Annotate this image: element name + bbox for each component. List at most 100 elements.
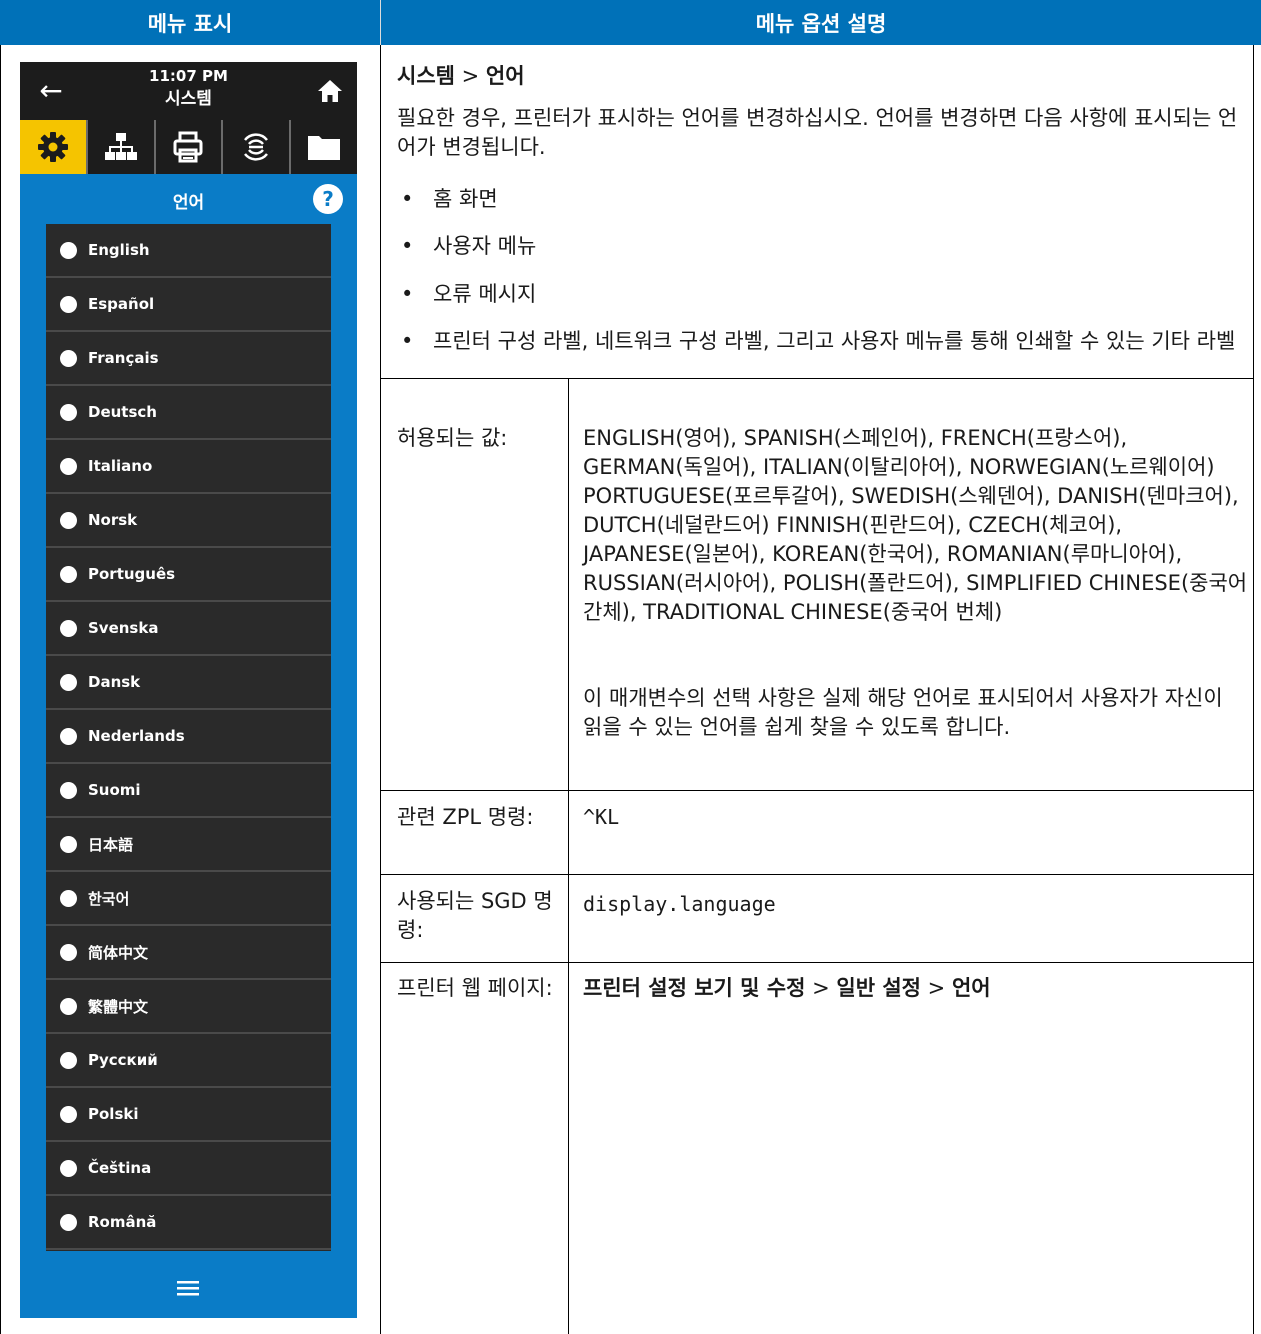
language-label: Suomi [88,781,141,799]
radio-button-icon[interactable] [60,727,77,745]
language-label: 한국어 [88,889,130,908]
language-label: Dansk [88,673,141,691]
radio-button-icon[interactable] [60,565,77,583]
help-icon[interactable]: ? [313,184,343,214]
language-label: Norsk [88,511,138,529]
column-divider [380,45,381,1334]
web-path-part: 프린터 설정 보기 및 수정 [583,976,806,1000]
radio-button-icon[interactable] [60,511,77,529]
accepted-values-note: 이 매개변수의 선택 사항은 실제 해당 언어로 표시되어서 사용자가 자신이 … [583,686,1223,739]
network-icon [104,133,137,160]
settings-gear-icon [37,132,68,162]
language-option[interactable]: English [46,224,331,278]
language-option[interactable]: Čeština [46,1142,331,1196]
zpl-command-value: ^KL [583,805,620,829]
folder-icon [308,136,341,160]
radio-button-icon[interactable] [60,241,77,259]
row-divider [380,378,1254,379]
rfid-icon [244,133,269,161]
language-list: English Español Français Deutsch Italian… [46,224,331,1251]
printer-display-screen: ← 11:07 PM 시스템 언어 ? English Español Fran… [20,62,357,1318]
menu-icon[interactable] [173,1278,203,1298]
language-label: Deutsch [88,403,157,421]
breadcrumb-language: 언어 [485,64,525,88]
radio-button-icon[interactable] [60,781,77,799]
language-option[interactable]: 简体中文 [46,926,331,980]
radio-button-icon[interactable] [60,295,77,313]
language-option[interactable]: 한국어 [46,872,331,926]
radio-button-icon[interactable] [60,457,77,475]
status-bar: ← 11:07 PM 시스템 [20,62,357,120]
radio-button-icon[interactable] [60,403,77,421]
language-label: Polski [88,1105,139,1123]
language-option[interactable]: Русский [46,1034,331,1088]
language-option[interactable]: Română [46,1196,331,1250]
bullet-item: 홈 화면 [397,185,1247,214]
web-page-path: 프린터 설정 보기 및 수정 > 일반 설정 > 언어 [583,974,1248,1003]
language-option[interactable]: Deutsch [46,386,331,440]
intro-text: 필요한 경우, 프린터가 표시하는 언어를 변경하십시오. 언어를 변경하면 다… [397,106,1238,159]
column-header-menu-option-description: 메뉴 옵션 설명 [380,0,1261,45]
radio-button-icon[interactable] [60,1159,77,1177]
web-page-label: 프린터 웹 페이지: [397,976,553,1000]
tab-print[interactable] [155,120,224,174]
radio-button-icon[interactable] [60,943,77,961]
screen-title: 시스템 [165,89,212,109]
language-label: Italiano [88,457,153,475]
radio-button-icon[interactable] [60,997,77,1015]
web-path-separator: > [805,976,837,1000]
accepted-values-label: 허용되는 값: [397,426,508,450]
radio-button-icon[interactable] [60,349,77,367]
row-divider [380,790,1254,791]
back-arrow-icon[interactable]: ← [34,74,68,108]
language-option[interactable]: 日本語 [46,818,331,872]
radio-button-icon[interactable] [60,673,77,691]
radio-button-icon[interactable] [60,1051,77,1069]
row-divider [380,962,1254,963]
home-icon[interactable] [315,76,345,106]
language-label: Español [88,295,155,313]
language-label: Română [88,1213,157,1231]
language-option[interactable]: Português [46,548,331,602]
tab-settings[interactable] [20,120,88,174]
language-option[interactable]: Nederlands [46,710,331,764]
breadcrumb-system: 시스템 [397,64,455,88]
radio-button-icon[interactable] [60,1213,77,1231]
language-label: Čeština [88,1159,152,1177]
tab-network[interactable] [87,120,156,174]
language-option[interactable]: Norsk [46,494,331,548]
section-header: 언어 ? [20,174,357,226]
language-option[interactable]: 繁體中文 [46,980,331,1034]
printer-icon [173,131,203,163]
tab-rfid[interactable] [223,120,292,174]
bullet-item: 프린터 구성 라벨, 네트워크 구성 라벨, 그리고 사용자 메뉴를 통해 인쇄… [397,327,1247,356]
table-border-right [1253,45,1254,1334]
radio-button-icon[interactable] [60,889,77,907]
language-option[interactable]: Polski [46,1088,331,1142]
zpl-command-label: 관련 ZPL 명령: [397,805,534,829]
sgd-command-label: 사용되는 SGD 명령: [397,889,553,942]
menu-tab-bar [20,120,357,174]
language-option[interactable]: Dansk [46,656,331,710]
language-option[interactable]: Español [46,278,331,332]
language-label: 繁體中文 [88,997,149,1016]
language-label: English [88,241,150,259]
language-option[interactable]: Suomi [46,764,331,818]
accepted-values-text: ENGLISH(영어), SPANISH(스페인어), FRENCH(프랑스어)… [583,426,1248,624]
radio-button-icon[interactable] [60,835,77,853]
row-divider [380,874,1254,875]
web-path-separator: > [921,976,952,1000]
clock-time: 11:07 PM [149,67,228,85]
language-option[interactable]: Italiano [46,440,331,494]
table-border-left [0,45,1,1334]
language-option[interactable]: Français [46,332,331,386]
bullet-item: 사용자 메뉴 [397,232,1247,261]
breadcrumb-separator: > [454,64,486,88]
table-header-row: 메뉴 표시 메뉴 옵션 설명 [0,0,1261,45]
language-label: Svenska [88,619,159,637]
radio-button-icon[interactable] [60,619,77,637]
language-option[interactable]: Svenska [46,602,331,656]
language-label: 日本語 [88,835,134,854]
tab-storage[interactable] [291,120,357,174]
radio-button-icon[interactable] [60,1105,77,1123]
